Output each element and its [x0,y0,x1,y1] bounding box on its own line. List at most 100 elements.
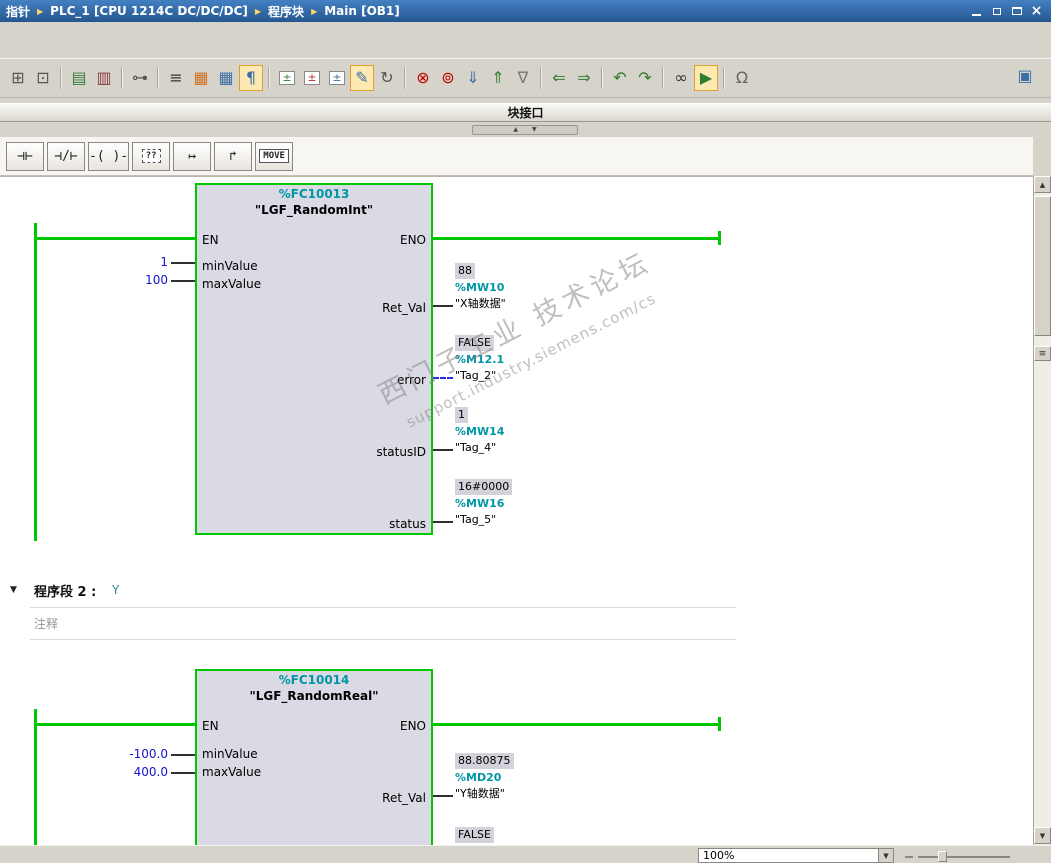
pin-minvalue[interactable]: minValue [202,259,258,273]
open-all-networks-icon[interactable]: ▤ [67,65,91,91]
input-value-maxvalue[interactable]: 400.0 [100,765,168,779]
network2-collapse-icon[interactable]: ▼ [10,585,17,595]
zoom-dropdown-button[interactable]: ▼ [878,849,893,862]
goto-previous-usage-icon[interactable]: ⇐ [547,65,571,91]
pin-error[interactable]: error [397,373,426,387]
lad-editor[interactable]: %FC10013 "LGF_RandomInt" EN ENO minValue… [0,176,1033,845]
initialize-setpoints-icon-glyph: ∇ [517,68,529,87]
move-box-button[interactable]: MOVE [255,141,294,171]
insert-empty-box-icon[interactable]: ⊡ [31,65,55,91]
close-all-networks-icon[interactable]: ▥ [92,65,116,91]
coil-button[interactable]: -( )- [88,141,130,171]
input-value-minvalue[interactable]: 1 [100,255,168,269]
operand-tag: "X轴数据" [455,297,506,310]
breadcrumb-project[interactable]: 指针 [6,3,30,20]
insert-network-icon[interactable]: ⊞ [6,65,30,91]
toolbar-separator [404,67,406,89]
input-value-maxvalue[interactable]: 100 [100,273,168,287]
operand-stack-retval[interactable]: 88.80875 %MD20 "Y轴数据" [455,753,514,802]
block-interface-bar[interactable]: 块接口 [0,103,1051,122]
operand-stack-status[interactable]: 16#0000 %MW16 "Tag_5" [455,479,513,528]
restore-button[interactable] [988,3,1005,19]
network-overview-icon[interactable]: ≡ [164,65,188,91]
collapse-networks-icon[interactable]: ▦ [214,65,238,91]
write-protection-icon-glyph: Ω [735,68,749,87]
load-snapshots-icon[interactable]: ⇓ [461,65,485,91]
pin-status[interactable]: status [389,517,426,531]
breadcrumb-plc[interactable]: PLC_1 [CPU 1214C DC/DC/DC] [50,4,248,18]
operand-stack-error[interactable]: FALSE [455,827,494,844]
jump-back-icon[interactable]: ↶ [608,65,632,91]
tia-portal-editor-window: 指针 ▶ PLC_1 [CPU 1214C DC/DC/DC] ▶ 程序块 ▶ … [0,0,1051,863]
disable-enos-icon[interactable]: ⊗ [411,65,435,91]
pin-maxvalue[interactable]: maxValue [202,277,261,291]
zoom-slider[interactable] [918,856,1010,858]
pin-en: EN [202,233,219,247]
toolbar-separator [60,67,62,89]
scrollbar-thumb[interactable] [1034,196,1051,336]
open-branch-button-glyph: ↦ [188,148,197,164]
operand-stack-retval[interactable]: 88 %MW10 "X轴数据" [455,263,506,312]
pin-statusid[interactable]: statusID [376,445,426,459]
scroll-down-button[interactable]: ▼ [1034,827,1051,844]
empty-box-button[interactable]: ?? [132,141,171,171]
eno-wire-end [718,717,721,731]
operand-display-icon[interactable]: ± [325,65,349,91]
network2-subtitle[interactable]: Y [112,583,119,597]
split-editor-glyph: ▣ [1017,66,1033,85]
open-branch-button[interactable]: ↦ [173,141,212,171]
write-protection-icon[interactable]: Ω [730,65,754,91]
update-block-calls-icon[interactable]: ↻ [375,65,399,91]
enable-enos-icon[interactable]: ⊚ [436,65,460,91]
maximize-button[interactable] [1008,3,1025,19]
jump-forward-icon-glyph: ↷ [638,68,652,87]
monitoring-glasses-icon-glyph: ∞ [674,68,688,87]
monitoring-glasses-icon[interactable]: ∞ [669,65,693,91]
vertical-scrollbar[interactable]: ▲ ≡ ▼ [1033,176,1051,845]
no-contact-button[interactable]: ⊣⊢ [6,141,44,171]
split-editor-icon[interactable]: ▣ [1013,64,1037,88]
jump-forward-icon[interactable]: ↷ [633,65,657,91]
load-snapshots-icon-glyph: ⇓ [466,68,480,87]
operand-stack-statusid[interactable]: 1 %MW14 "Tag_4" [455,407,504,456]
keep-actual-values-icon[interactable]: ⊶ [128,65,152,91]
symbolic-operands-icon[interactable]: ± [300,65,324,91]
close-button[interactable]: × [1028,3,1045,19]
fb-call-lgf-randomint[interactable]: %FC10013 "LGF_RandomInt" EN ENO minValue… [195,183,433,535]
network-comments-icon[interactable]: ¶ [239,65,263,91]
expand-networks-icon[interactable]: ▦ [189,65,213,91]
copy-snapshots-icon[interactable]: ⇑ [486,65,510,91]
free-form-comments-icon[interactable]: ✎ [350,65,374,91]
pin-retval[interactable]: Ret_Val [382,791,426,805]
network2-comment[interactable]: 注释 [34,615,58,632]
output-wire-error [433,377,453,379]
open-all-networks-icon-glyph: ▤ [71,68,87,87]
close-branch-button[interactable]: ↱ [214,141,253,171]
absolute-operands-icon[interactable]: ± [275,65,299,91]
goto-next-usage-icon[interactable]: ⇒ [572,65,596,91]
operand-stack-error[interactable]: FALSE %M12.1 "Tag_2" [455,335,504,384]
nc-contact-button[interactable]: ⊣/⊢ [47,141,85,171]
scrollbar-split-grip[interactable]: ≡ [1034,346,1051,361]
network-comments-icon-glyph: ¶ [245,68,257,87]
zoom-slider-thumb[interactable] [938,851,947,862]
interface-splitter[interactable]: ▲ ▼ [472,125,578,135]
pin-maxvalue[interactable]: maxValue [202,765,261,779]
input-wire [171,280,195,282]
scroll-up-button[interactable]: ▲ [1034,176,1051,193]
fb-call-lgf-randomreal[interactable]: %FC10014 "LGF_RandomReal" EN ENO minValu… [195,669,433,845]
zoom-slider-tick [905,856,913,858]
monitor-value: 88.80875 [455,753,514,769]
zoom-select[interactable]: 100% ▼ [698,848,894,863]
pin-retval[interactable]: Ret_Val [382,301,426,315]
minimize-button[interactable] [968,3,985,19]
initialize-setpoints-icon[interactable]: ∇ [511,65,535,91]
monitor-display-icon[interactable]: ▶ [694,65,718,91]
breadcrumb-main-ob1[interactable]: Main [OB1] [324,4,400,18]
network2-title[interactable]: 程序段 2 : [34,581,96,600]
input-value-minvalue[interactable]: -100.0 [100,747,168,761]
goto-next-usage-icon-glyph: ⇒ [577,68,591,87]
restore-icon [992,7,1001,15]
pin-minvalue[interactable]: minValue [202,747,258,761]
breadcrumb-program-blocks[interactable]: 程序块 [268,3,304,20]
